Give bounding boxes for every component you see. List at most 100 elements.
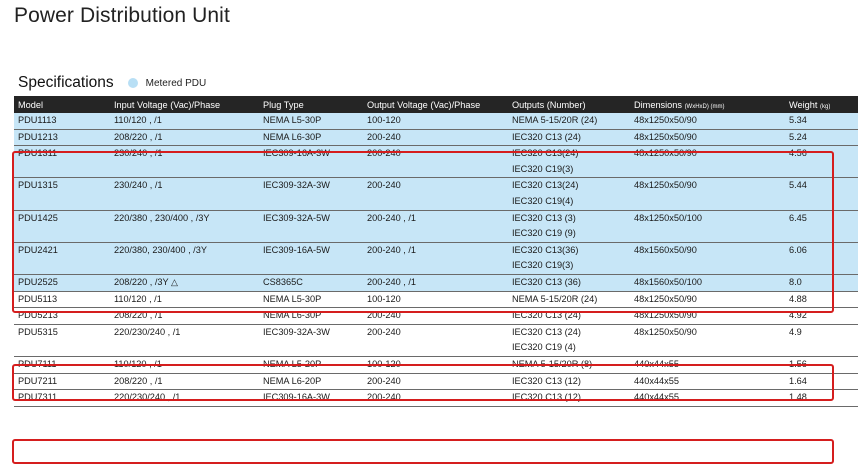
output-line: IEC320 C13(24) bbox=[512, 148, 579, 159]
output-line: IEC320 C13 (12) bbox=[512, 392, 581, 403]
cell-weight: 1.56 bbox=[785, 356, 858, 374]
cell-model: PDU1213 bbox=[14, 129, 110, 147]
column-header-label: Dimensions bbox=[634, 99, 682, 110]
table-row: PDU7211 208/220 , /1 NEMA L6-20P 200-240 IEC… bbox=[14, 373, 858, 391]
output-line: NEMA 5-15/20R (24) bbox=[512, 293, 598, 304]
cell-output-voltage: 200-240 bbox=[363, 129, 508, 147]
cell-input-voltage: 110/120 , /1 bbox=[110, 291, 259, 309]
cell-dimensions: 48x1560x50/90 bbox=[630, 242, 785, 275]
cell-input-voltage: 110/120 , /1 bbox=[110, 113, 259, 130]
cell-input-voltage: 208/220 , /1 bbox=[110, 373, 259, 391]
cell-input-voltage: 208/220 , /1 bbox=[110, 307, 259, 325]
output-line: IEC320 C13(24) bbox=[512, 180, 579, 191]
table-row: PDU2525 208/220 , /3Y △ CS8365C 200-240 , /… bbox=[14, 274, 858, 292]
column-header-outputs: Outputs (Number) bbox=[508, 96, 630, 113]
cell-outputs: IEC320 C13 (12) bbox=[508, 373, 630, 391]
column-header-model: Model bbox=[14, 96, 110, 113]
cell-dimensions: 48x1250x50/90 bbox=[630, 145, 785, 179]
cell-output-voltage: 200-240 , /1 bbox=[363, 274, 508, 292]
cell-outputs: IEC320 C13 (24) bbox=[508, 129, 630, 147]
output-line: IEC320 C19(4) bbox=[512, 195, 574, 206]
cell-input-voltage: 230/240 , /1 bbox=[110, 145, 259, 179]
cell-dimensions: 48x1560x50/100 bbox=[630, 274, 785, 292]
cell-input-voltage: 208/220 , /1 bbox=[110, 129, 259, 147]
cell-input-voltage: 208/220 , /3Y △ bbox=[110, 274, 259, 292]
cell-dimensions: 440x44x55 bbox=[630, 389, 785, 407]
cell-weight: 4.92 bbox=[785, 307, 858, 325]
column-header-label: Weight bbox=[789, 99, 818, 110]
cell-plug-type: NEMA L6-30P bbox=[259, 307, 363, 325]
cell-dimensions: 48x1250x50/90 bbox=[630, 324, 785, 357]
cell-input-voltage: 220/380 , 230/400 , /3Y bbox=[110, 210, 259, 243]
cell-outputs: IEC320 C13(24) IEC320 C19(3) bbox=[508, 145, 630, 179]
column-header-unit: (kg) bbox=[820, 103, 831, 110]
cell-outputs: IEC320 C13 (24) IEC320 C19 (4) bbox=[508, 324, 630, 357]
cell-model: PDU1315 bbox=[14, 177, 110, 211]
table-body: PDU1113 110/120 , /1 NEMA L5-30P 100-120 NEM… bbox=[14, 113, 858, 407]
metered-legend-swatch bbox=[127, 78, 138, 88]
column-header-label: Model bbox=[18, 99, 44, 110]
cell-weight: 1.64 bbox=[785, 373, 858, 391]
cell-plug-type: NEMA L5-20P bbox=[259, 356, 363, 374]
cell-weight: 4.56 bbox=[785, 145, 858, 179]
table-row: PDU1311 230/240 , /1 IEC309-16A-3W 200-240 I… bbox=[14, 145, 858, 179]
table-row: PDU5213 208/220 , /1 NEMA L6-30P 200-240 IEC… bbox=[14, 307, 858, 325]
cell-plug-type: NEMA L6-30P bbox=[259, 129, 363, 147]
cell-weight: 5.34 bbox=[785, 113, 858, 130]
cell-model: PDU1113 bbox=[14, 113, 110, 130]
cell-model: PDU7311 bbox=[14, 389, 110, 407]
output-line: IEC320 C19(3) bbox=[512, 163, 574, 174]
column-header-label: Input Voltage (Vac)/Phase bbox=[114, 99, 221, 110]
cell-outputs: NEMA 5-15/20R (24) bbox=[508, 291, 630, 309]
column-header-input-voltage: Input Voltage (Vac)/Phase bbox=[110, 96, 259, 113]
cell-dimensions: 48x1250x50/90 bbox=[630, 307, 785, 325]
cell-input-voltage: 110/120 , /1 bbox=[110, 356, 259, 374]
cell-output-voltage: 200-240 bbox=[363, 389, 508, 407]
cell-output-voltage: 200-240 , /1 bbox=[363, 210, 508, 243]
cell-model: PDU7211 bbox=[14, 373, 110, 391]
cell-output-voltage: 200-240 bbox=[363, 324, 508, 357]
cell-weight: 6.45 bbox=[785, 210, 858, 243]
cell-plug-type: IEC309-32A-5W bbox=[259, 210, 363, 243]
cell-outputs: IEC320 C13 (3) IEC320 C19 (9) bbox=[508, 210, 630, 243]
cell-outputs: IEC320 C13(24) IEC320 C19(4) bbox=[508, 177, 630, 211]
cell-weight: 8.0 bbox=[785, 274, 858, 292]
cell-output-voltage: 200-240 bbox=[363, 373, 508, 391]
table-row: PDU7311 220/230/240 , /1 IEC309-16A-3W 200-… bbox=[14, 389, 858, 407]
cell-plug-type: NEMA L5-30P bbox=[259, 113, 363, 130]
cell-model: PDU5113 bbox=[14, 291, 110, 309]
output-line: IEC320 C13 (36) bbox=[512, 276, 581, 287]
cell-weight: 1.48 bbox=[785, 389, 858, 407]
cell-output-voltage: 200-240 bbox=[363, 145, 508, 179]
cell-output-voltage: 100-120 bbox=[363, 356, 508, 374]
cell-plug-type: IEC309-16A-3W bbox=[259, 145, 363, 179]
cell-weight: 4.88 bbox=[785, 291, 858, 309]
table-row: PDU5113 110/120 , /1 NEMA L5-30P 100-120 NEM… bbox=[14, 291, 858, 309]
page-title: Power Distribution Unit bbox=[14, 4, 230, 27]
column-header-plug-type: Plug Type bbox=[259, 96, 363, 113]
output-line: NEMA 5-15/20R (24) bbox=[512, 115, 598, 125]
output-line: IEC320 C13 (24) bbox=[512, 326, 581, 337]
cell-weight: 5.44 bbox=[785, 177, 858, 211]
cell-plug-type: CS8365C bbox=[259, 274, 363, 292]
cell-model: PDU7111 bbox=[14, 356, 110, 374]
output-line: IEC320 C13 (24) bbox=[512, 310, 581, 321]
cell-input-voltage: 230/240 , /1 bbox=[110, 177, 259, 211]
table-header-row: Model Input Voltage (Vac)/Phase Plug Type O… bbox=[14, 96, 858, 113]
cell-dimensions: 48x1250x50/90 bbox=[630, 129, 785, 147]
output-line: IEC320 C13 (24) bbox=[512, 131, 581, 142]
column-header-unit: (WxHxD) (mm) bbox=[684, 103, 725, 110]
cell-model: PDU5315 bbox=[14, 324, 110, 357]
cell-weight: 4.9 bbox=[785, 324, 858, 357]
output-line: IEC320 C13 (3) bbox=[512, 212, 576, 223]
specifications-header: Specifications Metered PDU bbox=[18, 74, 206, 92]
cell-input-voltage: 220/380, 230/400 , /3Y bbox=[110, 242, 259, 275]
cell-weight: 6.06 bbox=[785, 242, 858, 275]
cell-model: PDU2421 bbox=[14, 242, 110, 275]
cell-input-voltage: 220/230/240 , /1 bbox=[110, 324, 259, 357]
cell-plug-type: IEC309-32A-3W bbox=[259, 324, 363, 357]
output-line: IEC320 C19(3) bbox=[512, 260, 574, 271]
column-header-output-voltage: Output Voltage (Vac)/Phase bbox=[363, 96, 508, 113]
output-line: IEC320 C13 (12) bbox=[512, 375, 581, 386]
table-row: PDU5315 220/230/240 , /1 IEC309-32A-3W 200-… bbox=[14, 324, 858, 357]
